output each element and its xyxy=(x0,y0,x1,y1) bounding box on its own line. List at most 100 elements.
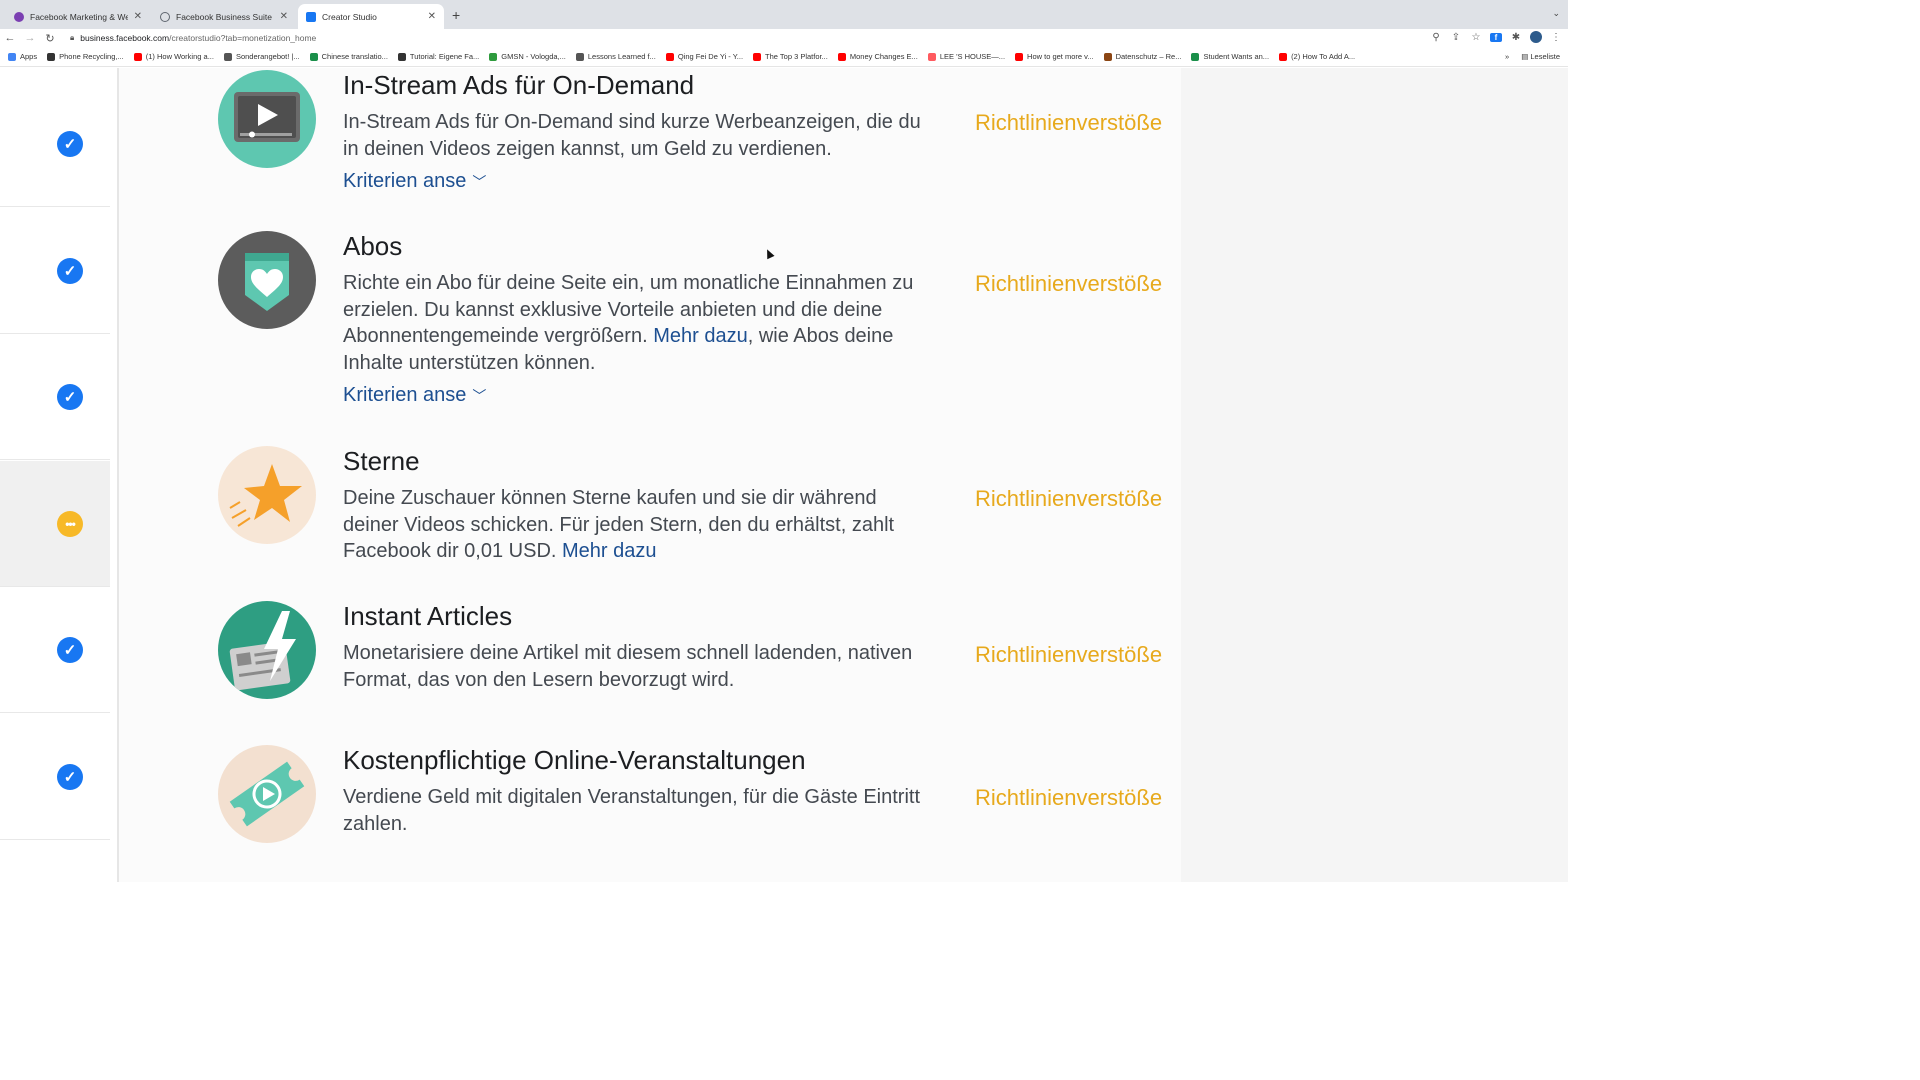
bookmarks-bar: Apps Phone Recycling,... (1) How Working a… xyxy=(0,47,1568,67)
more-dots-icon: ••• xyxy=(57,510,83,537)
close-tab-icon[interactable]: ✕ xyxy=(134,11,142,22)
checkmark-icon: ✓ xyxy=(57,131,83,157)
url-host: business.facebook.com xyxy=(80,33,170,43)
new-tab-button[interactable]: + xyxy=(452,7,460,23)
youtube-icon xyxy=(1015,52,1024,61)
creator-studio-page: ✓ ✓ ✓ ••• ✓ ✓ In-Stream Ads für On-Demand In-… xyxy=(0,68,1568,882)
reading-list-button[interactable]: ▤ Leseliste xyxy=(1521,52,1560,61)
bookmark-item[interactable]: LEE 'S HOUSE—... xyxy=(927,52,1006,61)
tab-favicon-icon xyxy=(14,11,24,22)
bookmark-label: (1) How Working a... xyxy=(145,52,214,61)
bookmark-item[interactable]: Lessons Learned f... xyxy=(575,52,656,61)
checkmark-icon: ✓ xyxy=(57,384,83,410)
bookmark-item[interactable]: Tutorial: Eigene Fa... xyxy=(397,52,479,61)
bookmark-label: The Top 3 Platfor... xyxy=(765,52,828,61)
browser-tab[interactable]: Facebook Marketing & Werbea ✕ xyxy=(6,4,150,29)
hash-icon xyxy=(397,52,406,61)
checkmark-icon: ✓ xyxy=(57,637,83,663)
status-row[interactable]: ••• xyxy=(0,460,110,587)
close-tab-icon[interactable]: ✕ xyxy=(280,11,288,22)
bookmark-item[interactable]: How to get more v... xyxy=(1015,52,1094,61)
bookmark-item[interactable]: GMSN - Vologda,... xyxy=(489,52,566,61)
lightning-article-icon xyxy=(218,601,316,699)
search-icon xyxy=(47,52,56,61)
bookmark-label: (2) How To Add A... xyxy=(1291,52,1356,61)
tab-favicon-icon xyxy=(160,11,170,22)
status-label: Richtlinienverstöße xyxy=(975,642,1163,667)
close-tab-icon[interactable]: ✕ xyxy=(428,11,436,22)
browser-menu-icon[interactable]: ⋮ xyxy=(1550,32,1562,43)
bookmarks-overflow-icon[interactable]: » xyxy=(1505,52,1509,61)
youtube-icon xyxy=(753,52,762,61)
feature-description: Richte ein Abo für deine Seite ein, um m… xyxy=(343,270,933,376)
video-play-icon xyxy=(218,70,316,168)
bookmark-item[interactable]: Datenschutz – Re... xyxy=(1103,52,1181,61)
airbnb-icon xyxy=(927,52,936,61)
bookmark-item[interactable]: Money Changes E... xyxy=(837,52,918,61)
bookmark-item[interactable]: Student Wants an... xyxy=(1191,52,1269,61)
bookmark-label: How to get more v... xyxy=(1027,52,1094,61)
criteria-label: Kriterien anse xyxy=(343,384,467,406)
criteria-toggle[interactable]: Kriterien anse ﹀ xyxy=(343,170,933,193)
bookmark-label: Student Wants an... xyxy=(1203,52,1270,61)
learn-more-link[interactable]: Mehr dazu xyxy=(653,325,748,347)
profile-avatar[interactable] xyxy=(1530,31,1542,43)
checkmark-icon: ✓ xyxy=(57,763,83,790)
circle-icon xyxy=(489,52,498,61)
feature-description: Verdiene Geld mit digitalen Veranstaltun… xyxy=(343,786,921,835)
status-row[interactable]: ✓ xyxy=(0,587,110,713)
url-path: /creatorstudio?tab=monetization_home xyxy=(169,33,317,43)
feature-description: Monetarisiere deine Artikel mit diesem s… xyxy=(343,642,913,691)
bookmark-item[interactable]: Apps xyxy=(8,52,37,61)
share-icon[interactable]: ⇪ xyxy=(1450,32,1462,43)
browser-toolbar: ← → ↻ 🔒︎ business.facebook.com/creatorst… xyxy=(0,29,1568,47)
apps-grid-icon xyxy=(8,52,16,61)
reading-list-label: Leseliste xyxy=(1530,52,1560,61)
doc-icon xyxy=(1103,52,1112,61)
bookmark-item[interactable]: (2) How To Add A... xyxy=(1279,52,1355,61)
back-arrow-icon[interactable]: ← xyxy=(0,32,20,44)
bookmark-item[interactable]: (1) How Working a... xyxy=(133,52,214,61)
bookmark-item[interactable]: Sonderangebot! |... xyxy=(223,52,300,61)
bookmark-item[interactable]: Chinese translatio... xyxy=(309,52,388,61)
chevron-down-icon: ﹀ xyxy=(472,387,487,404)
globe-icon xyxy=(309,52,318,61)
bookmark-item[interactable]: Phone Recycling,... xyxy=(47,52,124,61)
criteria-toggle[interactable]: Kriterien anse ﹀ xyxy=(343,384,933,407)
right-gutter xyxy=(1181,68,1568,882)
status-row[interactable]: ✓ xyxy=(0,334,110,460)
forward-arrow-icon[interactable]: → xyxy=(20,32,40,44)
youtube-icon xyxy=(665,52,674,61)
facebook-extension-icon[interactable]: f xyxy=(1490,32,1502,42)
feature-description: Deine Zuschauer können Sterne kaufen und… xyxy=(343,485,933,565)
tab-search-chevron-icon[interactable]: ⌄ xyxy=(1552,8,1560,19)
bookmark-label: LEE 'S HOUSE—... xyxy=(939,52,1006,61)
status-row[interactable]: ✓ xyxy=(0,81,110,207)
browser-tab[interactable]: Facebook Business Suite ✕ xyxy=(152,4,296,29)
bookmark-label: Apps xyxy=(20,52,38,61)
status-row[interactable]: ✓ xyxy=(0,714,110,840)
checkmark-icon: ✓ xyxy=(57,257,83,284)
bookmark-item[interactable]: The Top 3 Platfor... xyxy=(753,52,828,61)
criteria-label: Kriterien anse xyxy=(343,170,467,192)
monetization-status-column: ✓ ✓ ✓ ••• ✓ ✓ xyxy=(0,68,110,882)
bookmark-label: Phone Recycling,... xyxy=(59,52,124,61)
bookmark-item[interactable]: Qing Fei De Yi - Y... xyxy=(665,52,743,61)
bookmark-label: Chinese translatio... xyxy=(321,52,388,61)
status-label: Richtlinienverstöße xyxy=(975,271,1163,296)
star-icon xyxy=(218,446,316,544)
youtube-icon xyxy=(837,52,846,61)
reload-icon[interactable]: ↻ xyxy=(40,32,60,45)
tool-icon xyxy=(575,52,584,61)
bookmark-label: Money Changes E... xyxy=(849,52,918,61)
bookmark-label: Sonderangebot! |... xyxy=(235,52,300,61)
learn-more-link[interactable]: Mehr dazu xyxy=(562,540,657,562)
creator-studio-favicon-icon xyxy=(306,11,316,22)
extensions-puzzle-icon[interactable]: ✱ xyxy=(1510,32,1522,43)
zoom-icon[interactable]: ⚲ xyxy=(1430,32,1442,43)
browser-tab-active[interactable]: Creator Studio ✕ xyxy=(298,4,444,29)
status-row[interactable]: ✓ xyxy=(0,208,110,334)
feature-title: Instant Articles xyxy=(343,601,513,631)
bookmark-star-icon[interactable]: ☆ xyxy=(1470,32,1482,43)
address-bar[interactable]: 🔒︎ business.facebook.com/creatorstudio?t… xyxy=(70,30,1470,46)
